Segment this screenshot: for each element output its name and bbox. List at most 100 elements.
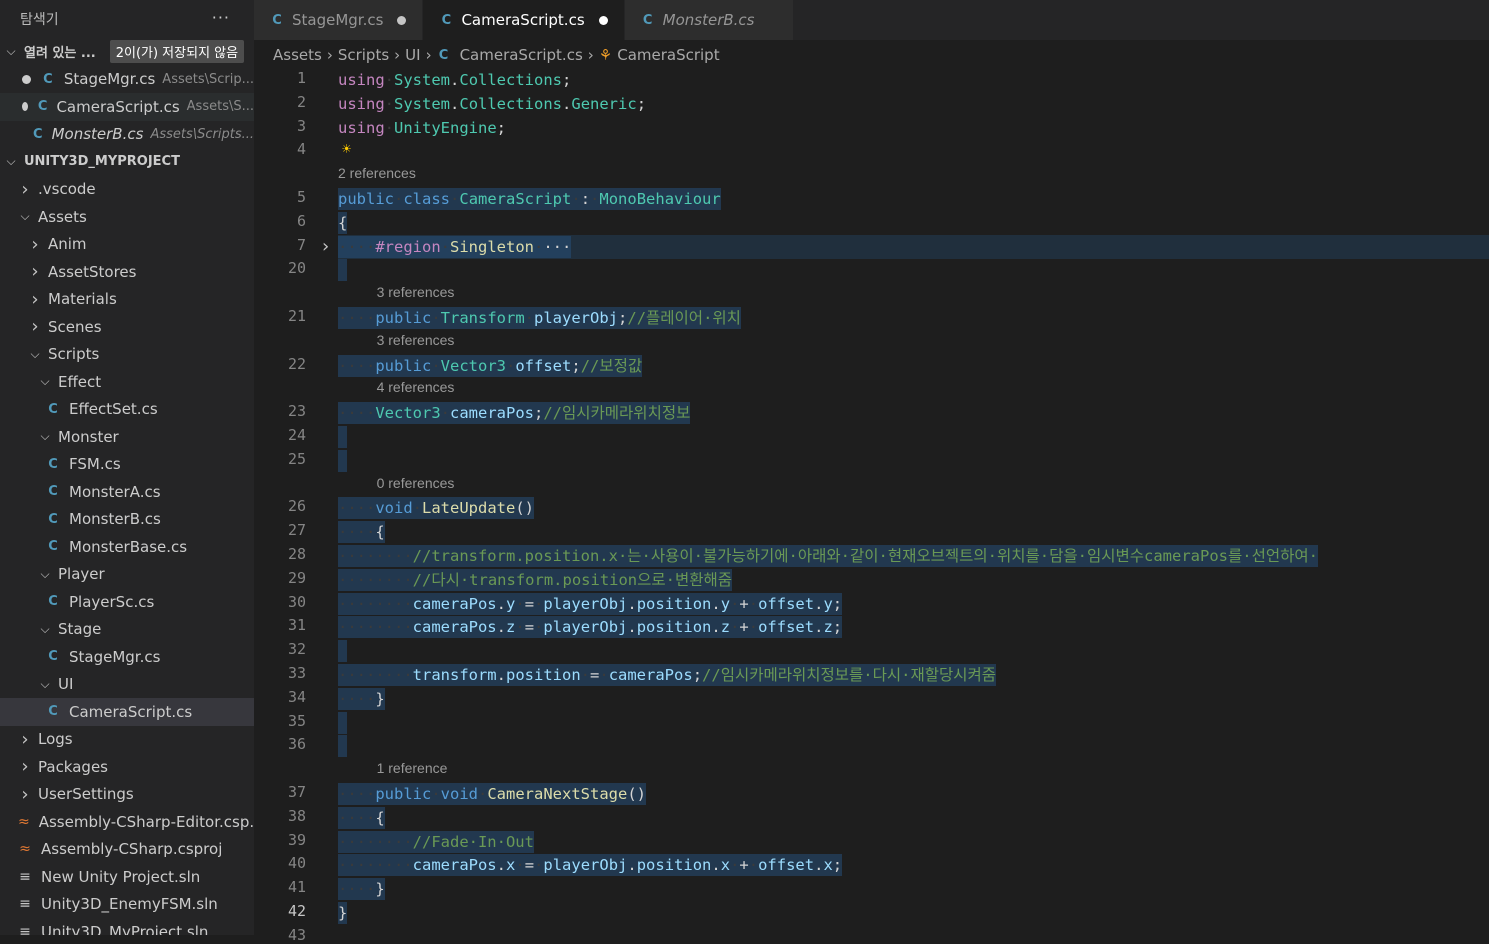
open-editors-header[interactable]: ⌵ 열려 있는 ... 2이(가) 저장되지 않음 bbox=[0, 38, 254, 66]
tree-item[interactable]: › Materials bbox=[0, 286, 254, 314]
open-editor-name: MonsterB.cs bbox=[51, 125, 144, 144]
tree-item[interactable]: C CameraScript.cs bbox=[0, 698, 254, 726]
code-text: using·UnityEngine; bbox=[338, 117, 506, 139]
tree-item[interactable]: ≈ Assembly-CSharp-Editor.csp... bbox=[0, 808, 254, 836]
open-editor-name: StageMgr.cs bbox=[63, 70, 156, 89]
code-line: ····public·Vector3·offset;//보정값 bbox=[338, 354, 643, 378]
line-number: 20 bbox=[287, 259, 306, 278]
code-token: + bbox=[739, 594, 749, 613]
tree-item[interactable]: ⌵ Assets bbox=[0, 203, 254, 231]
tree-item-label: Scenes bbox=[48, 317, 102, 336]
tree-item[interactable]: › UserSettings bbox=[0, 781, 254, 809]
tree-item[interactable]: › Logs bbox=[0, 726, 254, 754]
breadcrumb-item[interactable]: UI bbox=[405, 46, 420, 64]
code-token: } bbox=[375, 880, 385, 899]
code-token: . bbox=[627, 594, 637, 613]
project-header[interactable]: ⌵ UNITY3D_MYPROJECT bbox=[0, 148, 254, 176]
code-token: . bbox=[496, 856, 506, 875]
breadcrumb-item[interactable]: Scripts bbox=[338, 46, 389, 64]
code-token: · bbox=[394, 190, 404, 208]
tree-item[interactable]: ⌵ Effect bbox=[0, 368, 254, 396]
codelens-references[interactable]: 2 references bbox=[338, 165, 416, 181]
tree-item[interactable]: ≡ Unity3D_MyProject.sln bbox=[0, 918, 254, 935]
tree-item-label: Packages bbox=[38, 757, 108, 776]
open-editor-item[interactable]: C MonsterB.cs Assets\Scripts... bbox=[0, 121, 254, 149]
line-number: 25 bbox=[287, 449, 306, 468]
code-token: = bbox=[524, 618, 535, 637]
codelens-references[interactable]: 3 references bbox=[377, 284, 455, 300]
tree-item[interactable]: ≡ Unity3D_EnemyFSM.sln bbox=[0, 891, 254, 919]
tree-item[interactable]: ⌵ Scripts bbox=[0, 341, 254, 369]
breadcrumb-item[interactable]: Assets bbox=[273, 46, 322, 64]
code-token: } bbox=[375, 689, 385, 708]
open-editor-item[interactable]: C StageMgr.cs Assets\Scrip... bbox=[0, 66, 254, 94]
code-text: ····} bbox=[338, 878, 385, 901]
tab-label: MonsterB.cs bbox=[662, 11, 755, 29]
code-text: ········cameraPos.y·=·playerObj.position… bbox=[338, 592, 843, 615]
code-token: Collections bbox=[459, 94, 563, 113]
csharp-file-icon: C bbox=[33, 126, 43, 142]
codelens-references[interactable]: 1 reference bbox=[377, 760, 448, 776]
code-token: ···· bbox=[338, 523, 376, 542]
tree-item[interactable]: C MonsterBase.cs bbox=[0, 533, 254, 561]
empty-selection bbox=[338, 426, 348, 448]
breadcrumb-item[interactable]: CameraScript bbox=[617, 46, 719, 64]
open-editor-path: Assets\S... bbox=[186, 99, 254, 115]
tree-item[interactable]: ⌵ Stage bbox=[0, 616, 254, 644]
tree-item[interactable]: ≈ Assembly-CSharp.csproj bbox=[0, 836, 254, 864]
code-token: { bbox=[375, 808, 385, 827]
tab-stagemgr-cs[interactable]: C StageMgr.cs bbox=[254, 0, 424, 40]
fold-chevron-icon[interactable]: › bbox=[320, 236, 331, 258]
line-number: 7 bbox=[296, 235, 306, 254]
code-token: ···· bbox=[338, 309, 376, 327]
tree-item[interactable]: › Anim bbox=[0, 231, 254, 259]
tree-item[interactable]: C FSM.cs bbox=[0, 451, 254, 479]
tree-item[interactable]: ⌵ UI bbox=[0, 671, 254, 699]
more-actions-icon[interactable]: ··· bbox=[212, 8, 230, 27]
code-editor[interactable]: 1 using·System.Collections; 2 using·System.… bbox=[254, 68, 1489, 944]
code-token: ···· bbox=[338, 356, 376, 375]
code-token: · bbox=[599, 666, 609, 684]
codelens-references[interactable]: 0 references bbox=[377, 475, 455, 491]
code-token: · bbox=[384, 118, 395, 137]
open-editor-item[interactable]: C CameraScript.cs Assets\S... bbox=[0, 93, 254, 121]
tree-item[interactable]: ≡ New Unity Project.sln bbox=[0, 863, 254, 891]
project-tree: › .vscode ⌵ Assets › Anim › AssetStores › Materia… bbox=[0, 176, 254, 935]
code-text: public·class·CameraScript·:·MonoBehaviou… bbox=[338, 188, 721, 210]
unsaved-badge: 2이(가) 저장되지 않음 bbox=[109, 40, 245, 64]
tree-item[interactable]: › Packages bbox=[0, 753, 254, 781]
code-token: · bbox=[431, 785, 441, 803]
tab-monsterb-cs[interactable]: C MonsterB.cs bbox=[624, 0, 795, 40]
code-token: · bbox=[431, 309, 441, 327]
code-token: Singleton bbox=[450, 237, 534, 256]
tree-item[interactable]: › .vscode bbox=[0, 176, 254, 204]
code-text: ····public·void·CameraNextStage() bbox=[338, 783, 646, 805]
codelens-references[interactable]: 4 references bbox=[377, 379, 455, 395]
code-token: //플레이어·위치 bbox=[627, 309, 741, 327]
unsaved-dot-icon bbox=[598, 15, 608, 25]
tree-item[interactable]: C PlayerSc.cs bbox=[0, 588, 254, 616]
tree-item[interactable]: C EffectSet.cs bbox=[0, 396, 254, 424]
code-token: position bbox=[636, 618, 712, 637]
line-number: 38 bbox=[287, 806, 306, 825]
tree-item[interactable]: › AssetStores bbox=[0, 258, 254, 286]
line-number: 4 bbox=[296, 140, 306, 159]
tree-item[interactable]: ⌵ Monster bbox=[0, 423, 254, 451]
tree-item[interactable]: › Scenes bbox=[0, 313, 254, 341]
code-text: ····void·LateUpdate() bbox=[338, 497, 534, 520]
code-line: ····{ bbox=[338, 806, 385, 830]
tree-item[interactable]: C MonsterA.cs bbox=[0, 478, 254, 506]
code-token: · bbox=[524, 309, 535, 327]
codelens-references[interactable]: 3 references bbox=[377, 332, 455, 348]
tree-item[interactable]: C MonsterB.cs bbox=[0, 506, 254, 534]
tree-item[interactable]: ⌵ Player bbox=[0, 561, 254, 589]
tree-item-label: Anim bbox=[48, 235, 87, 254]
code-token: () bbox=[515, 499, 534, 518]
lightbulb-icon[interactable]: ☀ bbox=[342, 140, 351, 158]
line-number: 26 bbox=[287, 497, 306, 516]
tree-item[interactable]: C StageMgr.cs bbox=[0, 643, 254, 671]
breadcrumb-item[interactable]: CameraScript.cs bbox=[460, 46, 583, 64]
tab-camerascript-cs[interactable]: C CameraScript.cs bbox=[423, 0, 625, 40]
code-token: //임시카메라위치정보를·다시·재할당시켜줌 bbox=[702, 666, 997, 684]
code-token: · bbox=[730, 618, 740, 637]
